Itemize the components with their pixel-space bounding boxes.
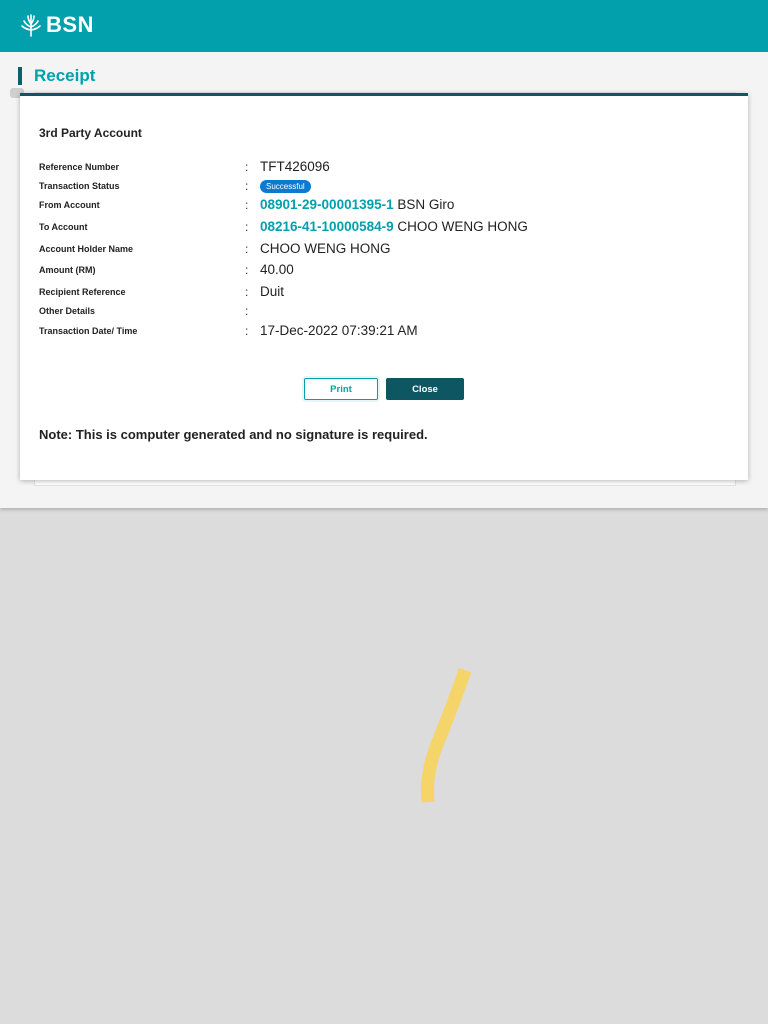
row-label: Transaction Status — [39, 181, 120, 191]
row-label: Transaction Date/ Time — [39, 326, 138, 336]
row-account-holder-name: Account Holder Name : CHOO WENG HONG — [39, 241, 739, 259]
page-title: Receipt — [34, 66, 96, 85]
row-colon: : — [245, 179, 249, 193]
disclaimer-note: Note: This is computer generated and no … — [39, 427, 428, 442]
row-label: Account Holder Name — [39, 244, 134, 254]
section-title: 3rd Party Account — [39, 126, 142, 140]
row-colon: : — [245, 198, 249, 212]
to-account-name: CHOO WENG HONG — [397, 219, 528, 234]
title-accent-bar — [18, 67, 22, 85]
from-account-type: BSN Giro — [397, 197, 455, 212]
row-transaction-status: Transaction Status : Successful — [39, 178, 739, 196]
scribble-mark — [421, 668, 472, 803]
row-colon: : — [245, 285, 249, 299]
close-button[interactable]: Close — [386, 378, 464, 400]
print-button[interactable]: Print — [304, 378, 378, 400]
to-account-number[interactable]: 08216-41-10000584-9 — [260, 219, 394, 234]
row-label: Reference Number — [39, 162, 120, 172]
brand-logo[interactable]: BSN — [20, 11, 94, 39]
receipt-modal: 3rd Party Account Reference Number : TFT… — [20, 93, 748, 480]
brand-name: BSN — [46, 12, 94, 37]
status-badge: Successful — [260, 180, 311, 193]
row-label: To Account — [39, 222, 88, 232]
row-colon: : — [245, 324, 249, 338]
row-reference-number: Reference Number : TFT426096 — [39, 159, 739, 177]
row-recipient-reference: Recipient Reference : Duit — [39, 284, 739, 302]
recipient-reference-value: Duit — [260, 284, 285, 299]
reference-number-value: TFT426096 — [260, 159, 330, 174]
top-bar: BSN — [0, 0, 768, 52]
row-colon: : — [245, 263, 249, 277]
account-holder-name-value: CHOO WENG HONG — [260, 241, 391, 256]
row-colon: : — [245, 220, 249, 234]
row-label: Amount (RM) — [39, 265, 96, 275]
from-account-number[interactable]: 08901-29-00001395-1 — [260, 197, 394, 212]
row-from-account: From Account : 08901-29-00001395-1 BSN G… — [39, 197, 739, 215]
amount-value: 40.00 — [260, 262, 294, 277]
transaction-datetime-value: 17-Dec-2022 07:39:21 AM — [260, 323, 418, 338]
bsn-tree-icon — [21, 14, 41, 37]
row-other-details: Other Details : — [39, 303, 739, 321]
row-colon: : — [245, 160, 249, 174]
row-label: Recipient Reference — [39, 287, 126, 297]
page-header: Receipt — [18, 66, 95, 86]
row-colon: : — [245, 304, 249, 318]
row-colon: : — [245, 242, 249, 256]
row-label: Other Details — [39, 306, 96, 316]
row-amount: Amount (RM) : 40.00 — [39, 262, 739, 280]
row-label: From Account — [39, 200, 100, 210]
row-transaction-datetime: Transaction Date/ Time : 17-Dec-2022 07:… — [39, 323, 739, 341]
row-to-account: To Account : 08216-41-10000584-9 CHOO WE… — [39, 219, 739, 237]
